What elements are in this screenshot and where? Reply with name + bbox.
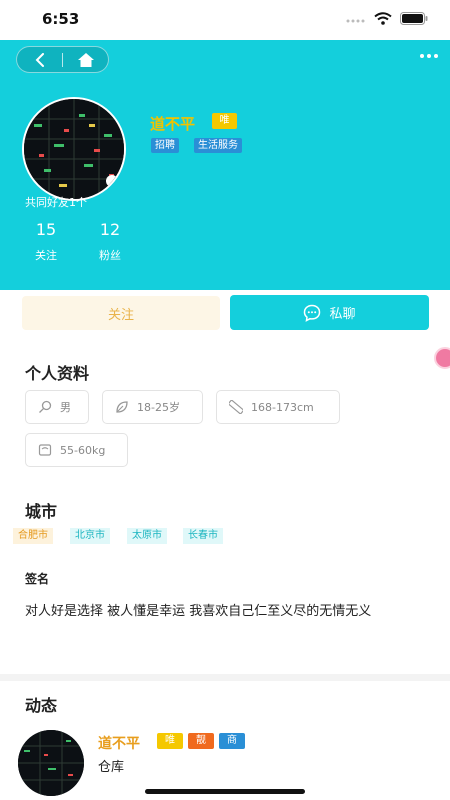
floating-action-icon[interactable] — [434, 347, 450, 369]
more-icon[interactable] — [420, 54, 438, 58]
section-divider — [0, 674, 450, 681]
home-icon — [77, 52, 94, 67]
chat-button[interactable]: 私聊 — [230, 295, 429, 330]
status-time: 6:53 — [42, 10, 80, 28]
following-label: 关注 — [35, 249, 57, 262]
city-tag: 长春市 — [183, 528, 223, 544]
city-tag: 北京市 — [70, 528, 110, 544]
post-avatar[interactable] — [18, 730, 84, 796]
weight-chip: 55-60kg — [25, 433, 128, 467]
chat-button-label: 私聊 — [329, 307, 356, 322]
profile-name: 道不平 — [150, 115, 196, 133]
chevron-left-icon — [35, 52, 44, 67]
post-business-badge: 商 — [219, 733, 245, 749]
post-vip-badge: 唯 — [157, 733, 183, 749]
home-button[interactable] — [63, 46, 108, 73]
city-tag: 太原市 — [127, 528, 167, 544]
height-value: 168-173cm — [251, 400, 314, 414]
age-chip: 18-25岁 — [102, 390, 203, 424]
post-author-name[interactable]: 道不平 — [98, 733, 140, 753]
age-value: 18-25岁 — [137, 401, 180, 414]
signature-text: 对人好是选择 被人懂是幸运 我喜欢自己仁至义尽的无情无义 — [25, 604, 372, 619]
leaf-icon — [116, 401, 128, 413]
gender-chip: 男 — [25, 390, 89, 424]
chat-bubble-icon — [304, 304, 321, 322]
scale-icon — [38, 444, 52, 456]
mutual-friends[interactable]: 共同好友1个 — [25, 194, 87, 210]
status-icons — [346, 12, 428, 25]
avatar[interactable] — [22, 97, 126, 201]
followers-count[interactable]: 12 — [90, 220, 130, 239]
profile-tag: 生活服务 — [194, 138, 242, 153]
personal-info-title: 个人资料 — [25, 364, 90, 383]
city-title: 城市 — [25, 502, 58, 521]
ruler-icon — [229, 400, 243, 414]
gender-icon — [39, 400, 52, 413]
status-bar: 6:53 — [0, 0, 450, 40]
signal-icon — [346, 19, 365, 22]
post-pretty-badge: 靓 — [188, 733, 214, 749]
profile-header: 道不平 唯 招聘 生活服务 共同好友1个 15 关注 12 粉丝 — [0, 40, 450, 290]
signature-label: 签名 — [25, 572, 50, 586]
post-avatar-image — [18, 730, 84, 796]
post-text: 仓库 — [98, 760, 125, 775]
gender-value: 男 — [60, 401, 71, 414]
home-indicator — [145, 789, 305, 794]
moments-title: 动态 — [25, 696, 58, 715]
vip-badge: 唯 — [212, 113, 237, 129]
following-count[interactable]: 15 — [26, 220, 66, 239]
weight-value: 55-60kg — [60, 443, 106, 457]
follow-button-label: 关注 — [107, 307, 134, 323]
nav-pill — [16, 46, 109, 73]
battery-icon — [400, 12, 428, 25]
profile-tag: 招聘 — [151, 138, 179, 153]
wifi-icon — [374, 12, 392, 25]
followers-label: 粉丝 — [99, 249, 121, 262]
city-tag: 合肥市 — [13, 528, 53, 544]
avatar-image — [24, 99, 124, 199]
back-button[interactable] — [17, 46, 62, 73]
follow-button[interactable]: 关注 — [22, 296, 220, 330]
height-chip: 168-173cm — [216, 390, 340, 424]
